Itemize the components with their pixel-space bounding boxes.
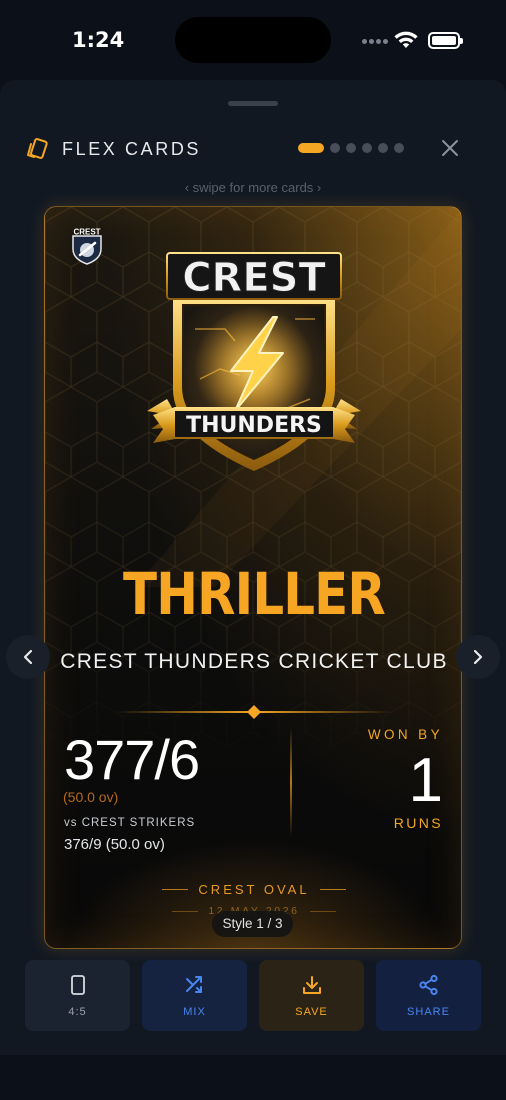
flex-card[interactable]: CREST CREST THUNDERS THRILLER CREST THUN… xyxy=(44,206,462,949)
aspect-ratio-label: 4:5 xyxy=(68,1006,87,1018)
download-icon xyxy=(302,976,321,994)
opponent-label: vs CREST STRIKERS xyxy=(64,817,196,829)
result-unit: RUNS xyxy=(393,815,443,831)
signal-icon xyxy=(362,39,388,45)
close-icon[interactable] xyxy=(438,136,462,160)
previous-card-button[interactable] xyxy=(6,635,50,679)
pager-dot[interactable] xyxy=(378,143,388,153)
save-button[interactable]: SAVE xyxy=(259,960,364,1031)
pager-dot[interactable] xyxy=(330,143,340,153)
gold-divider xyxy=(115,705,393,719)
sheet-header: FLEX CARDS xyxy=(0,130,506,170)
sheet-title: FLEX CARDS xyxy=(62,139,202,159)
pager-dot-active[interactable] xyxy=(298,143,324,153)
dynamic-island xyxy=(175,17,331,63)
badge-bottom-text: THUNDERS xyxy=(186,413,322,438)
score-divider xyxy=(290,727,292,837)
team-badge: CREST THUNDERS xyxy=(147,252,361,471)
share-button[interactable]: SHARE xyxy=(376,960,481,1031)
cards-icon xyxy=(27,138,48,159)
status-bar: 1:24 xyxy=(0,0,506,80)
club-name: CREST THUNDERS CRICKET CLUB xyxy=(60,650,448,673)
badge-top-text: CREST xyxy=(182,255,326,301)
result-margin: 1 xyxy=(408,746,443,815)
opponent-score: 376/9 (50.0 ov) xyxy=(64,836,165,853)
style-indicator: Style 1 / 3 xyxy=(212,911,293,937)
sheet-grabber[interactable] xyxy=(228,101,278,106)
venue-name: CREST OVAL xyxy=(198,881,310,897)
battery-icon xyxy=(428,32,463,49)
aspect-ratio-button[interactable]: 4:5 xyxy=(25,960,130,1031)
mini-logo-text: CREST xyxy=(73,228,100,237)
chevron-left-icon xyxy=(23,649,33,665)
swipe-hint: ‹ swipe for more cards › xyxy=(184,180,322,195)
chevron-right-icon xyxy=(473,649,483,665)
mix-button[interactable]: MIX xyxy=(142,960,247,1031)
pager-dot[interactable] xyxy=(362,143,372,153)
pager-dot[interactable] xyxy=(346,143,356,153)
result-label: WON BY xyxy=(367,727,443,742)
crest-mini-logo: CREST xyxy=(72,228,102,265)
team-score: 377/6 xyxy=(64,728,200,791)
action-toolbar: 4:5 MIX SAVE SHARE xyxy=(25,960,481,1032)
venue-row: CREST OVAL xyxy=(45,879,461,899)
mix-label: MIX xyxy=(183,1006,206,1018)
save-label: SAVE xyxy=(295,1006,328,1018)
share-icon xyxy=(418,974,438,996)
flex-cards-sheet: FLEX CARDS ‹ swipe for more cards › CRES… xyxy=(0,80,506,1055)
status-time: 1:24 xyxy=(72,28,125,52)
team-overs: (50.0 ov) xyxy=(63,789,119,805)
card-pager[interactable] xyxy=(298,143,404,153)
pager-dot[interactable] xyxy=(394,143,404,153)
card-headline: THRILLER xyxy=(123,560,386,628)
phone-frame-icon xyxy=(70,975,85,995)
share-label: SHARE xyxy=(407,1006,450,1018)
wifi-icon xyxy=(394,31,418,48)
next-card-button[interactable] xyxy=(456,635,500,679)
shuffle-icon xyxy=(185,976,202,993)
